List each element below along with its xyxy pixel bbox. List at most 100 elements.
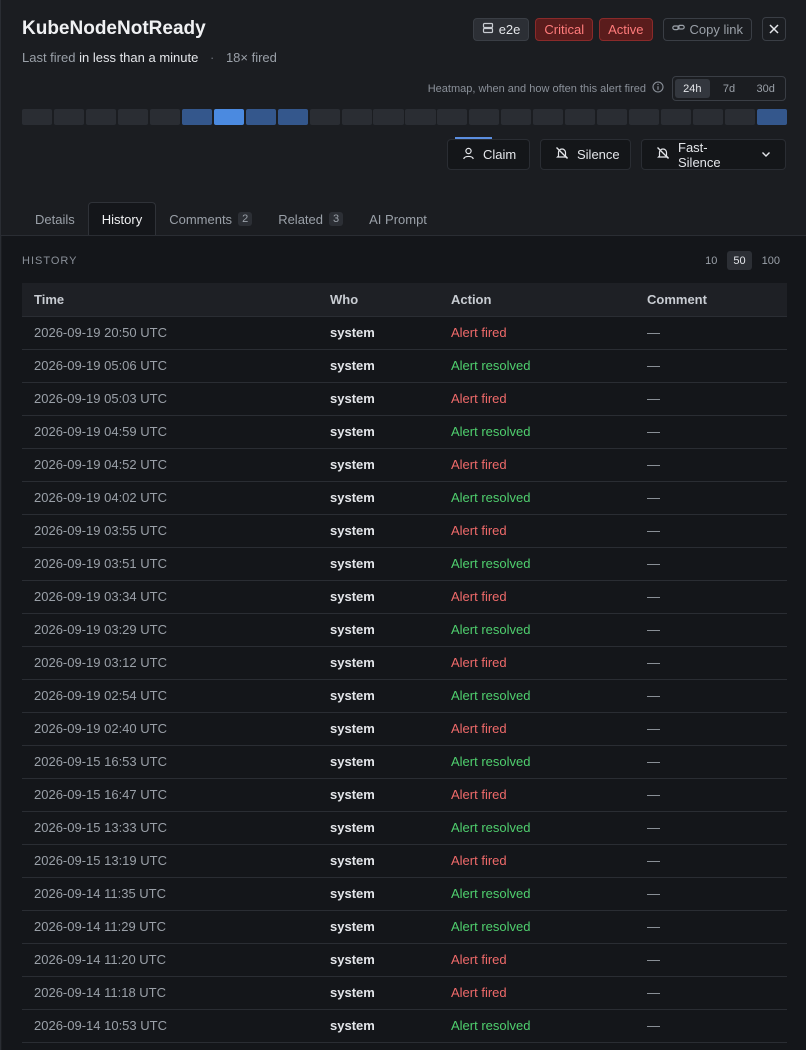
history-section-label: HISTORY [22, 255, 78, 267]
cell-comment: — [635, 448, 787, 482]
table-row: 2026-09-19 03:34 UTC system Alert fired — [22, 580, 787, 614]
column-header-time[interactable]: Time [22, 283, 318, 317]
heatmap-cell[interactable] [213, 109, 244, 125]
column-header-who[interactable]: Who [318, 283, 439, 317]
cell-action: Alert resolved [439, 613, 635, 647]
heatmap-cell[interactable] [661, 109, 692, 125]
table-row: 2026-09-15 13:33 UTC system Alert resolved… [22, 811, 787, 845]
range-option-30d[interactable]: 30d [748, 79, 783, 98]
cell-who: system [318, 316, 439, 350]
cell-action: Alert fired [439, 382, 635, 416]
cell-who: system [318, 415, 439, 449]
tab-comments[interactable]: Comments 2 [156, 202, 265, 236]
heatmap-cell[interactable] [341, 109, 372, 125]
cell-comment: — [635, 613, 787, 647]
tab-history[interactable]: History [87, 202, 157, 236]
table-row: 2026-09-15 16:53 UTC system Alert resolved… [22, 745, 787, 779]
page-size-100[interactable]: 100 [756, 251, 786, 270]
heatmap-cell[interactable] [117, 109, 148, 125]
cell-time: 2026-09-19 03:34 UTC [22, 580, 318, 614]
heatmap-cell[interactable] [309, 109, 340, 125]
alert-detail-panel: KubeNodeNotReady Last fired in less than… [0, 0, 806, 1050]
heatmap-cell[interactable] [405, 109, 436, 125]
heatmap-cell[interactable] [181, 109, 212, 125]
cell-who: system [318, 712, 439, 746]
heatmap-cell[interactable] [277, 109, 308, 125]
cell-comment: — [635, 712, 787, 746]
heatmap-cell[interactable] [469, 109, 500, 125]
table-row: 2026-09-15 16:47 UTC system Alert fired — [22, 778, 787, 812]
table-row: 2026-09-19 02:54 UTC system Alert resolved… [22, 679, 787, 713]
claim-button[interactable]: Claim [447, 139, 530, 170]
cell-time: 2026-09-14 11:18 UTC [22, 976, 318, 1010]
tab-bar: Details History Comments 2 Related 3 AI Prompt [22, 202, 440, 236]
tab-related[interactable]: Related 3 [265, 202, 356, 236]
heatmap-cell[interactable] [22, 109, 53, 125]
severity-badge: Critical [535, 17, 594, 41]
heatmap-range-toggle: 24h 7d 30d [672, 76, 786, 101]
env-badge: e2e [472, 17, 530, 41]
heatmap-cell[interactable] [85, 109, 116, 125]
heatmap-cell[interactable] [245, 109, 276, 125]
fired-count: 18× fired [225, 50, 277, 65]
heatmap-cell[interactable] [565, 109, 596, 125]
cell-comment: — [635, 580, 787, 614]
cell-comment: — [635, 778, 787, 812]
tab-details[interactable]: Details [22, 202, 88, 236]
heatmap-cell[interactable] [693, 109, 724, 125]
cell-who: system [318, 646, 439, 680]
copy-link-button[interactable]: Copy link [662, 17, 752, 41]
heatmap-cell[interactable] [533, 109, 564, 125]
cell-action: Alert fired [439, 844, 635, 878]
tab-count-badge: 2 [238, 212, 253, 226]
cell-comment: — [635, 1009, 787, 1043]
cell-comment: — [635, 547, 787, 581]
range-option-24h[interactable]: 24h [675, 79, 710, 98]
cell-time: 2026-09-14 10:53 UTC [22, 1009, 318, 1043]
cell-who: system [318, 1009, 439, 1043]
heatmap-cell[interactable] [437, 109, 468, 125]
cell-who: system [318, 943, 439, 977]
page-size-10[interactable]: 10 [699, 251, 723, 270]
tab-count-badge: 3 [329, 212, 344, 226]
table-row: 2026-09-14 11:35 UTC system Alert resolved… [22, 877, 787, 911]
heatmap-cell[interactable] [501, 109, 532, 125]
heatmap-cell[interactable] [53, 109, 85, 125]
cell-action: Alert fired [439, 646, 635, 680]
heatmap-cell[interactable] [629, 109, 660, 125]
tab-label: Comments [169, 211, 233, 227]
cell-comment: — [635, 349, 787, 383]
heatmap-cell[interactable] [373, 109, 404, 125]
alert-actions: Claim Silence Fast-Silence [447, 139, 786, 170]
tab-ai-prompt[interactable]: AI Prompt [356, 202, 440, 236]
cell-action: Alert fired [439, 448, 635, 482]
info-icon[interactable] [652, 81, 664, 96]
tab-label: AI Prompt [369, 211, 427, 227]
heatmap-cell[interactable] [597, 109, 628, 125]
tab-divider [1, 235, 806, 236]
silence-button[interactable]: Silence [540, 139, 631, 170]
heatmap-cell[interactable] [756, 109, 787, 125]
cell-comment: — [635, 382, 787, 416]
cell-action: Alert resolved [439, 481, 635, 515]
cell-who: system [318, 778, 439, 812]
user-icon [462, 147, 475, 163]
last-fired-value: in less than a minute [79, 50, 199, 65]
column-header-comment[interactable]: Comment [635, 283, 787, 317]
cell-action: Alert resolved [439, 1009, 635, 1043]
heatmap-cell[interactable] [724, 109, 756, 125]
heatmap [22, 109, 787, 125]
column-header-action[interactable]: Action [439, 283, 635, 317]
cell-action: Alert resolved [439, 679, 635, 713]
cell-who: system [318, 679, 439, 713]
cell-time: 2026-09-19 04:52 UTC [22, 448, 318, 482]
heatmap-cell[interactable] [149, 109, 180, 125]
cell-comment: — [635, 481, 787, 515]
cell-time: 2026-09-14 11:20 UTC [22, 943, 318, 977]
range-option-7d[interactable]: 7d [712, 79, 747, 98]
close-button[interactable] [762, 17, 786, 41]
page-size-50[interactable]: 50 [727, 251, 752, 270]
fast-silence-button[interactable]: Fast-Silence [641, 139, 786, 170]
cell-time: 2026-09-14 11:29 UTC [22, 910, 318, 944]
cell-comment: — [635, 943, 787, 977]
